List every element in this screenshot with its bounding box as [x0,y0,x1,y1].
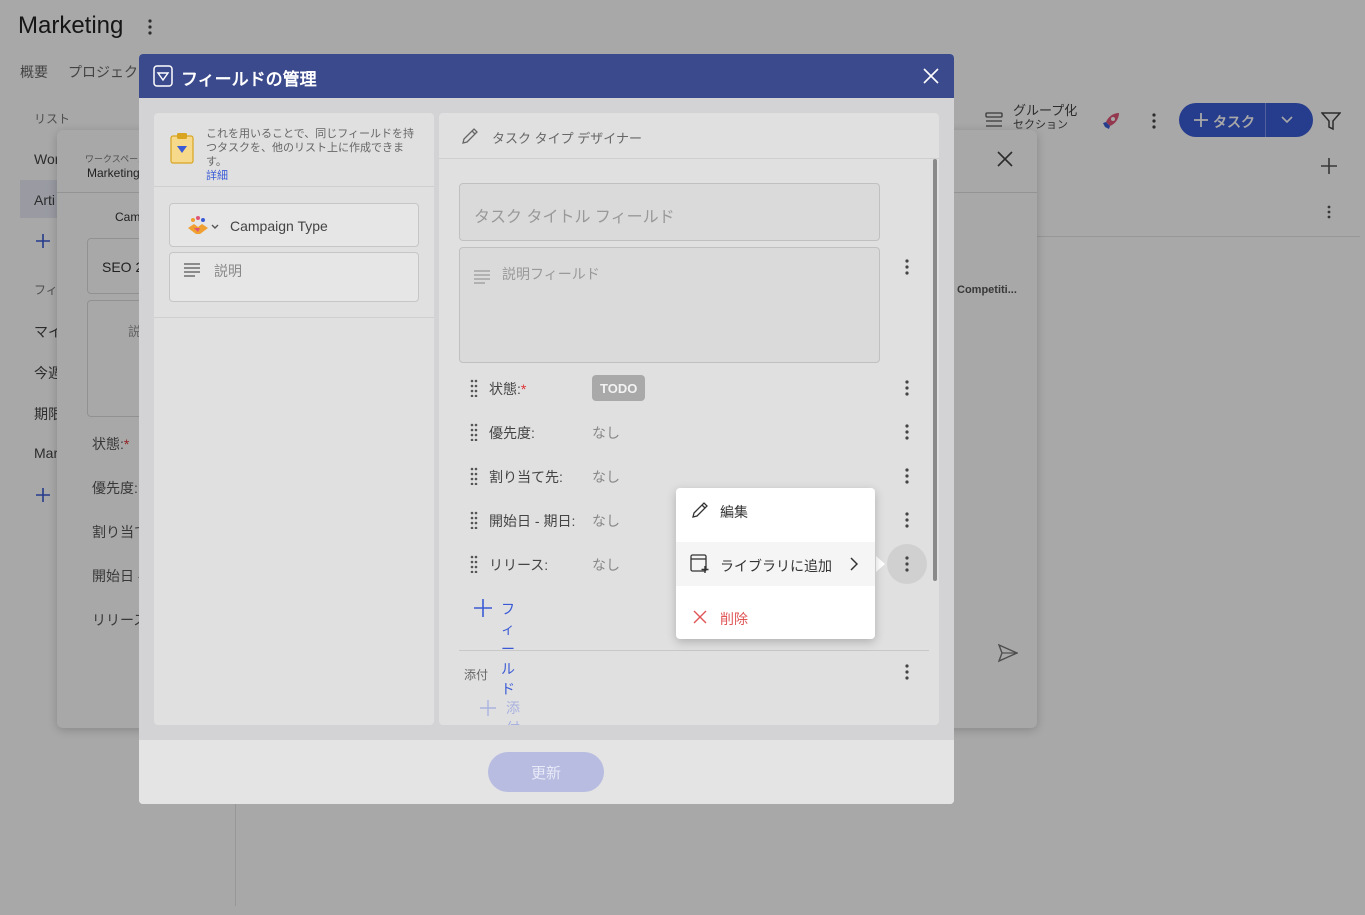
field-row-priority: 優先度: なし [469,417,909,447]
campaign-type-label: Campaign Type [230,218,328,234]
divider [459,650,929,651]
field-label: 開始日 - 期日: [489,513,576,529]
required-mark: * [520,381,527,397]
dialog-title: フィールドの管理 [181,70,317,89]
designer-header: タスク タイプ デザイナー [439,113,939,159]
field-label: 優先度: [489,425,535,441]
menu-item-label: 編集 [720,504,748,520]
divider [154,317,434,318]
update-button[interactable]: 更新 [488,752,604,792]
menu-item-label: ライブラリに追加 [720,558,832,574]
more-options-icon[interactable] [898,662,916,682]
menu-item-label: 削除 [720,611,748,627]
more-options-icon[interactable] [898,422,916,442]
field-label: リリース: [489,557,549,573]
task-title-placeholder: タスク タイトル フィールド [474,209,675,226]
field-library-panel: これを用いることで、同じフィールドを持つタスクを、他のリスト上に作成できます。 … [154,113,434,725]
shield-icon [151,64,175,88]
field-value: なし [592,557,620,573]
plus-icon [479,699,497,717]
learn-more-link[interactable]: 詳細 [206,170,228,182]
text-lines-icon [474,270,490,284]
chevron-right-icon [846,555,862,573]
attachments-label: 添付 [464,668,489,682]
field-label-text: 状態: [489,381,521,397]
info-text: これを用いることで、同じフィールドを持つタスクを、他のリスト上に作成できます。 … [206,127,421,183]
description-placeholder: 説明フィールド [502,266,600,282]
campaign-type-field[interactable]: Campaign Type [169,203,419,247]
menu-item-edit[interactable]: 編集 [676,488,875,532]
drag-handle-icon[interactable] [469,467,479,485]
status-badge: TODO [592,375,646,401]
more-options-icon[interactable] [898,510,916,530]
dialog-header: フィールドの管理 [139,54,954,98]
handshake-icon [186,214,222,238]
plus-icon [473,598,493,618]
field-row-status: 状態:* TODO [469,373,909,403]
drag-handle-icon[interactable] [469,511,479,529]
drag-handle-icon[interactable] [469,379,479,397]
clipboard-icon [168,131,196,165]
manage-fields-dialog: フィールドの管理 これを用いることで、同じフィールドを持つタスクを、他のリスト上… [139,54,954,804]
field-value: なし [592,469,620,485]
field-value: なし [592,513,620,529]
add-to-library-icon [690,554,710,574]
more-options-icon[interactable] [898,378,916,398]
description-field[interactable]: 説明フィールド [459,247,880,363]
drag-handle-icon[interactable] [469,423,479,441]
description-library-field[interactable]: 説明 [169,252,419,302]
field-row-assignee: 割り当て先: なし [469,461,909,491]
field-label: 割り当て先: [489,469,563,485]
text-lines-icon [184,263,200,277]
info-box: これを用いることで、同じフィールドを持つタスクを、他のリスト上に作成できます。 … [154,113,434,187]
more-options-icon[interactable] [898,466,916,486]
info-description: これを用いることで、同じフィールドを持つタスクを、他のリスト上に作成できます。 [206,128,415,168]
menu-item-add-to-library[interactable]: ライブラリに追加 [676,542,875,586]
pencil-icon [461,127,479,145]
close-icon [690,607,710,627]
menu-caret [876,556,885,572]
more-options-icon[interactable] [898,257,916,277]
field-context-menu: 編集 ライブラリに追加 削除 [676,488,875,639]
more-options-icon[interactable] [898,554,916,574]
pencil-icon [690,500,710,520]
designer-title: タスク タイプ デザイナー [492,131,642,146]
description-label: 説明 [214,263,242,279]
menu-item-delete[interactable]: 削除 [676,595,875,639]
add-attachment-label: 添付の追加 [506,700,520,725]
scrollbar[interactable] [933,159,937,581]
field-label: 状態:* [489,379,526,399]
task-title-field[interactable]: タスク タイトル フィールド [459,183,880,241]
add-field-label: フィールド [501,601,515,697]
drag-handle-icon[interactable] [469,555,479,573]
close-icon[interactable] [921,66,941,86]
dialog-footer: 更新 [139,740,954,804]
field-value: なし [592,425,620,441]
